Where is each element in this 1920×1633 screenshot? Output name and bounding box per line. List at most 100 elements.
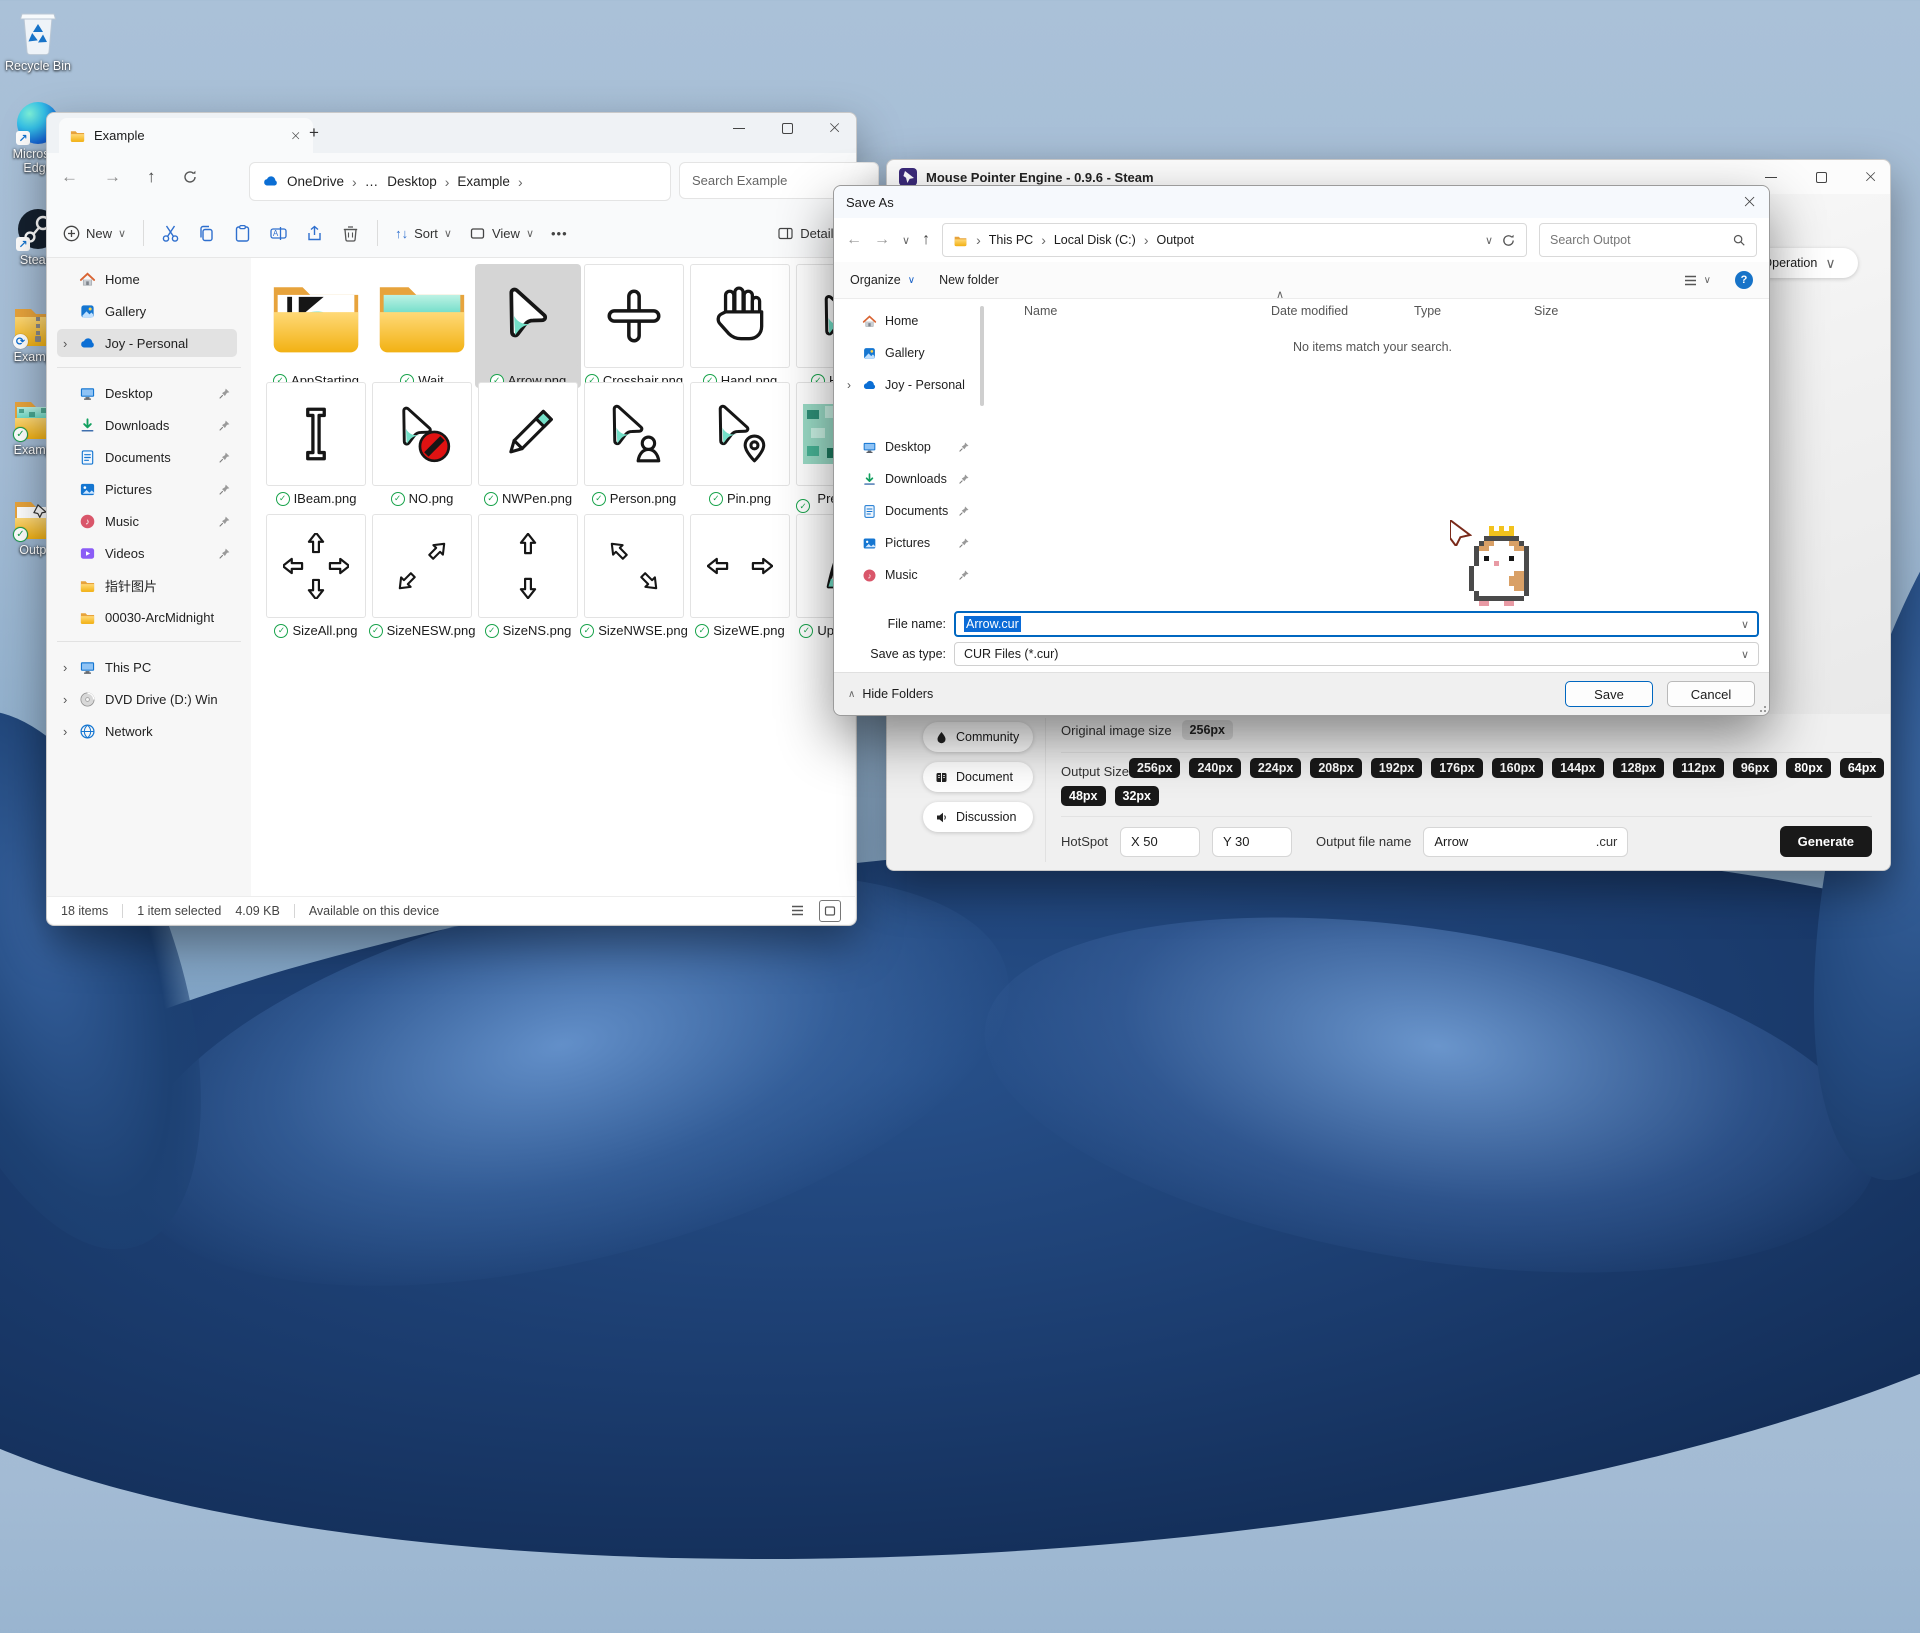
column-header-name[interactable]: Name [1024, 304, 1057, 318]
up-icon[interactable]: ↑ [922, 231, 930, 249]
details-pane-button[interactable]: Details [777, 225, 840, 242]
sidebar-item-desktop[interactable]: Desktop [842, 434, 972, 460]
sidebar-item-document[interactable]: Document [923, 762, 1033, 792]
sort-button[interactable]: ↑↓ Sort ∨ [395, 226, 452, 241]
size-chip[interactable]: 224px [1250, 758, 1301, 778]
size-chip[interactable]: 80px [1786, 758, 1831, 778]
breadcrumb-item[interactable]: Desktop [387, 174, 437, 189]
sidebar-item-pointer-images[interactable]: 指针图片 [57, 571, 237, 599]
file-tile[interactable]: ✓Hand.png [687, 264, 793, 388]
breadcrumb-item[interactable]: Outpot [1157, 233, 1195, 247]
refresh-icon[interactable] [182, 169, 198, 185]
explorer-tab[interactable]: Example [59, 118, 313, 153]
desktop-icon-recycle-bin[interactable]: Recycle Bin [0, 8, 77, 73]
file-tile[interactable]: ✓Pin.png [687, 382, 793, 506]
sidebar-item-onedrive[interactable]: ›Joy - Personal [57, 329, 237, 357]
sidebar-item-music[interactable]: Music [842, 562, 972, 588]
address-breadcrumb-bar[interactable]: OneDrive › … Desktop › Example › [249, 162, 671, 201]
file-tile[interactable]: ✓Crosshair.png [581, 264, 687, 388]
chevron-down-icon[interactable]: ∨ [1485, 234, 1493, 247]
file-tile[interactable]: ✓IBeam.png [263, 382, 369, 506]
back-icon[interactable]: ← [846, 231, 862, 249]
share-icon[interactable] [305, 224, 324, 243]
size-chip[interactable]: 208px [1310, 758, 1361, 778]
hide-folders-button[interactable]: ∧ Hide Folders [848, 687, 933, 701]
file-tile[interactable]: ✓Wait [369, 264, 475, 388]
file-tile[interactable]: ✓AppStarting [263, 264, 369, 388]
up-icon[interactable]: ↑ [147, 167, 156, 187]
file-tile[interactable]: ✓NO.png [369, 382, 475, 506]
column-header-size[interactable]: Size [1534, 304, 1558, 318]
chevron-expand-icon[interactable]: › [63, 692, 67, 707]
file-tile-selected[interactable]: ✓Arrow.png [475, 264, 581, 388]
size-chip[interactable]: 192px [1371, 758, 1422, 778]
close-button[interactable] [1865, 171, 1876, 182]
chevron-down-icon[interactable]: ∨ [1741, 618, 1749, 631]
file-tile[interactable]: ✓NWPen.png [475, 382, 581, 506]
minimize-button[interactable] [1764, 170, 1778, 184]
size-chip[interactable]: 176px [1431, 758, 1482, 778]
file-tile[interactable]: ✓SizeWE.png [687, 514, 793, 638]
sidebar-item-pictures[interactable]: Pictures [57, 475, 237, 503]
chevron-expand-icon[interactable]: › [847, 378, 851, 392]
rename-icon[interactable]: A [269, 224, 288, 243]
sidebar-item-network[interactable]: ›Network [57, 717, 237, 745]
breadcrumb-item[interactable]: Local Disk (C:) [1054, 233, 1136, 247]
forward-icon[interactable]: → [104, 167, 121, 187]
sidebar-item-home[interactable]: Home [842, 308, 972, 334]
file-tile[interactable]: ✓SizeAll.png [263, 514, 369, 638]
sidebar-item-videos[interactable]: Videos [57, 539, 237, 567]
view-button[interactable]: View ∨ [469, 225, 534, 242]
view-options-button[interactable]: ∨ [1683, 273, 1711, 288]
size-chip[interactable]: 112px [1673, 758, 1724, 778]
sidebar-item-downloads[interactable]: Downloads [57, 411, 237, 439]
sidebar-item-this-pc[interactable]: ›This PC [57, 653, 237, 681]
hotspot-y-input[interactable]: Y 30 [1212, 827, 1292, 857]
paste-icon[interactable] [233, 224, 252, 243]
breadcrumb-collapsed[interactable]: … [365, 174, 380, 189]
sidebar-item-dvd-drive[interactable]: ›DVD Drive (D:) Win [57, 685, 237, 713]
generate-button[interactable]: Generate [1780, 826, 1872, 857]
chevron-right-icon[interactable]: › [518, 174, 523, 190]
help-icon[interactable]: ? [1735, 271, 1753, 289]
size-chip[interactable]: 96px [1733, 758, 1778, 778]
new-folder-button[interactable]: New folder [939, 273, 999, 287]
sidebar-item-gallery[interactable]: Gallery [842, 340, 972, 366]
back-icon[interactable]: ← [61, 167, 78, 187]
breadcrumb-item[interactable]: Example [457, 174, 510, 189]
sidebar-item-music[interactable]: Music [57, 507, 237, 535]
dialog-address-bar[interactable]: › This PC › Local Disk (C:) › Outpot ∨ [942, 223, 1527, 257]
dialog-title-bar[interactable]: Save As [834, 186, 1769, 218]
chevron-expand-icon[interactable]: › [63, 660, 67, 675]
list-view-toggle-icon[interactable] [790, 903, 805, 918]
more-options-icon[interactable]: ••• [551, 226, 568, 241]
forward-icon[interactable]: → [874, 231, 890, 249]
size-chip[interactable]: 240px [1189, 758, 1240, 778]
cancel-button[interactable]: Cancel [1667, 681, 1755, 707]
minimize-button[interactable] [732, 121, 746, 135]
sidebar-item-pictures[interactable]: Pictures [842, 530, 972, 556]
close-button[interactable] [829, 122, 840, 133]
thumbnail-view-toggle[interactable] [819, 900, 841, 922]
save-button[interactable]: Save [1565, 681, 1653, 707]
sidebar-item-documents[interactable]: Documents [842, 498, 972, 524]
chevron-down-icon[interactable]: ∨ [1741, 648, 1749, 661]
column-header-date[interactable]: Date modified [1271, 304, 1348, 318]
chevron-expand-icon[interactable]: › [63, 336, 67, 351]
chevron-right-icon[interactable]: › [352, 174, 357, 190]
dialog-close-icon[interactable] [1744, 196, 1756, 208]
chevron-expand-icon[interactable]: › [63, 724, 67, 739]
size-chip[interactable]: 128px [1613, 758, 1664, 778]
chevron-right-icon[interactable]: › [445, 174, 450, 190]
output-file-input[interactable]: Arrow .cur [1423, 827, 1628, 857]
size-chip[interactable]: 64px [1840, 758, 1885, 778]
new-button[interactable]: New ∨ [63, 225, 126, 242]
size-chip[interactable]: 144px [1552, 758, 1603, 778]
sidebar-item-documents[interactable]: Documents [57, 443, 237, 471]
new-tab-button[interactable]: + [309, 123, 319, 143]
sidebar-item-arcmidnight[interactable]: 00030-ArcMidnight [57, 603, 237, 631]
file-tile[interactable]: ✓SizeNWSE.png [581, 514, 687, 638]
cut-icon[interactable] [161, 224, 180, 243]
file-name-input[interactable]: Arrow.cur ∨ [954, 611, 1759, 637]
hotspot-x-input[interactable]: X 50 [1120, 827, 1200, 857]
